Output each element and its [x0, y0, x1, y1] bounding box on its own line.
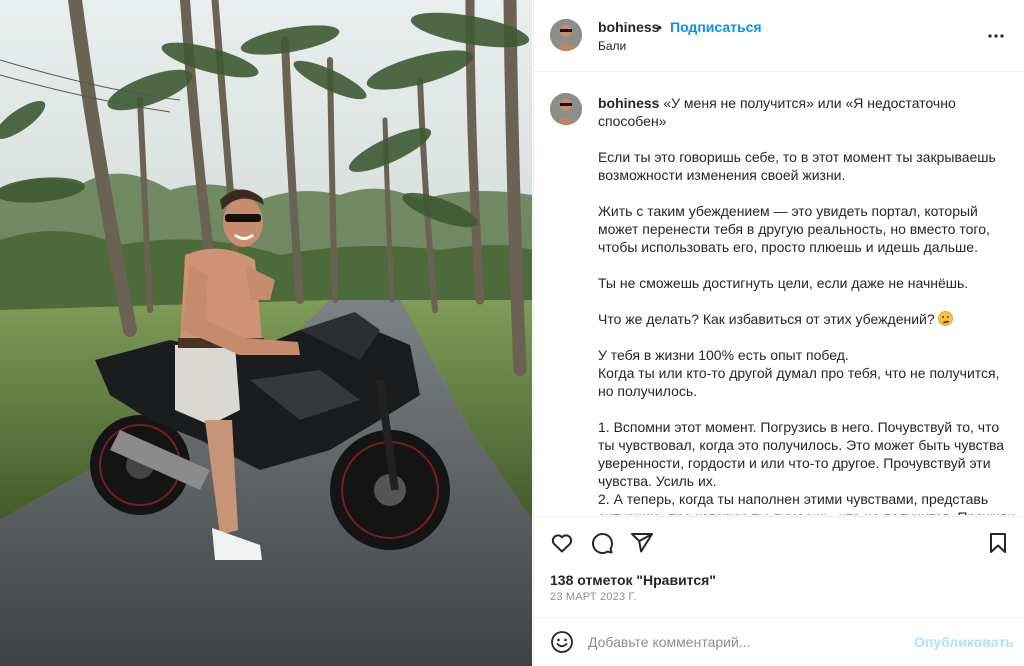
- post-actions: 138 отметок "Нравится" 23 МАРТ 2023 Г.: [534, 516, 1024, 616]
- bookmark-icon[interactable]: [986, 531, 1010, 555]
- post-panel: bohiness • Подписаться Бали bohiness «У …: [533, 0, 1024, 666]
- post-author-username[interactable]: bohiness: [598, 19, 659, 35]
- heart-icon[interactable]: [550, 531, 574, 555]
- thinking-face-emoji: [937, 311, 953, 326]
- post-location[interactable]: Бали: [598, 39, 626, 53]
- comment-bar: Опубликовать: [534, 617, 1024, 666]
- avatar-image: [550, 93, 582, 125]
- post-photo[interactable]: [0, 0, 532, 666]
- caption-username[interactable]: bohiness: [598, 95, 659, 111]
- smile-icon[interactable]: [550, 630, 574, 654]
- likes-count[interactable]: 138 отметок "Нравится": [550, 572, 716, 588]
- separator-dot: •: [657, 19, 662, 35]
- post-date[interactable]: 23 МАРТ 2023 Г.: [550, 591, 637, 603]
- more-horizontal-icon[interactable]: [984, 24, 1008, 48]
- caption-body-part-2: У тебя в жизни 100% есть опыт побед. Ког…: [598, 347, 1015, 515]
- follow-button[interactable]: Подписаться: [670, 19, 762, 35]
- motorcycle-photo: [0, 0, 532, 666]
- publish-button[interactable]: Опубликовать: [914, 634, 1014, 650]
- avatar[interactable]: [550, 19, 582, 51]
- comment-input[interactable]: [588, 628, 898, 656]
- caption-text: bohiness «У меня не получится» или «Я не…: [598, 94, 1018, 515]
- caption-avatar[interactable]: [550, 93, 582, 125]
- post-header: bohiness • Подписаться Бали: [534, 0, 1024, 72]
- comment-icon[interactable]: [590, 531, 614, 555]
- caption-section: bohiness «У меня не получится» или «Я не…: [534, 73, 1024, 515]
- caption-body-part-1: «У меня не получится» или «Я недостаточн…: [598, 95, 996, 327]
- share-icon[interactable]: [630, 531, 654, 555]
- avatar-image: [550, 19, 582, 51]
